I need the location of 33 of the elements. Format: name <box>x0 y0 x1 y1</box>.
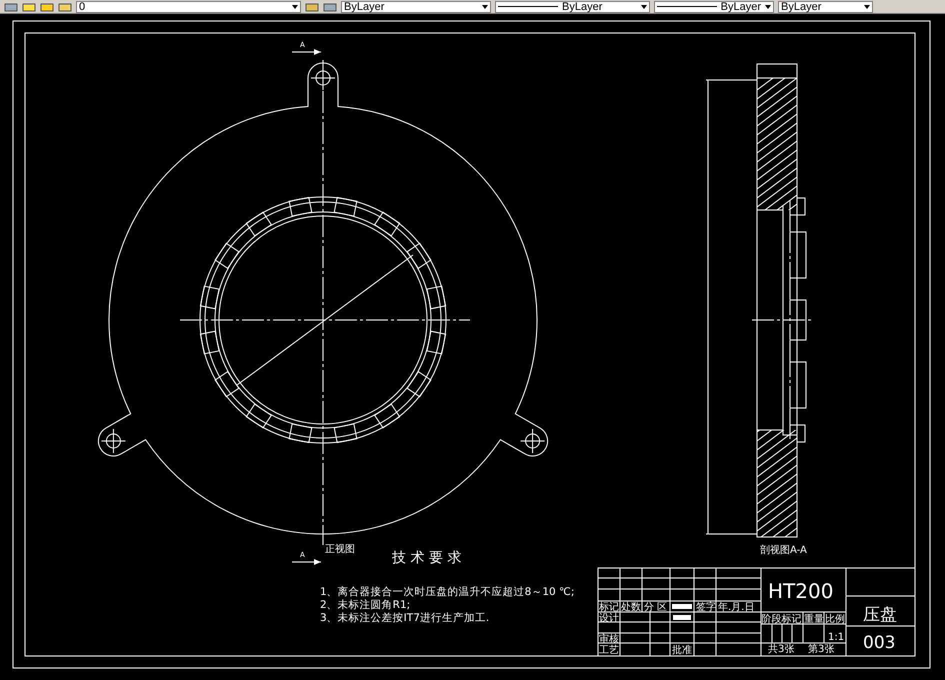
layer-stack-icon[interactable] <box>323 2 337 12</box>
section-arrow <box>292 49 322 55</box>
title-block-label: 重量 <box>804 614 824 625</box>
title-block-label: 批准 <box>672 645 692 656</box>
property-dropdown[interactable]: ByLayer <box>654 0 774 12</box>
title-block-label: 处数 <box>621 602 641 613</box>
property-dropdown[interactable]: ByLayer <box>341 0 491 12</box>
title-block-label: 比例 <box>825 614 845 625</box>
property-dropdown[interactable]: ByLayer <box>778 0 873 12</box>
layers-icon[interactable] <box>4 2 18 12</box>
part-name: 压盘 <box>863 605 897 625</box>
title-block-label: 分 区 <box>644 602 668 613</box>
requirement-text: 2、未标注圆角R1; <box>320 599 410 611</box>
layer-dropdown[interactable]: 0 <box>76 0 301 12</box>
title-block-label: 签字 <box>696 602 716 613</box>
title-block-label: 标记 <box>599 602 619 613</box>
view-label: 剖视图A-A <box>760 545 807 556</box>
drawing-number: 003 <box>863 633 896 653</box>
requirement-text: 1、离合器接合一次时压盘的温升不应超过8～10 ℃; <box>320 586 574 598</box>
filled-bar <box>673 615 691 620</box>
filled-bar <box>672 604 692 609</box>
title-block-label: 年.月.日 <box>718 602 754 613</box>
requirements-title: 技 术 要 求 <box>392 550 462 566</box>
title-block-label: 第3张 <box>808 644 834 655</box>
material-text: HT200 <box>768 579 834 603</box>
title-block-label: 1:1 <box>828 632 844 643</box>
title-block-label: 共3张 <box>768 644 794 655</box>
title-block-label: 工艺 <box>599 645 619 656</box>
section-arrow <box>292 559 322 565</box>
view-label: 正视图 <box>325 544 355 555</box>
property-dropdown[interactable]: ByLayer <box>495 0 650 12</box>
requirement-text: 3、未标注公差按IT7进行生产加工. <box>320 612 490 624</box>
title-block-label: 阶段标记 <box>762 614 802 625</box>
